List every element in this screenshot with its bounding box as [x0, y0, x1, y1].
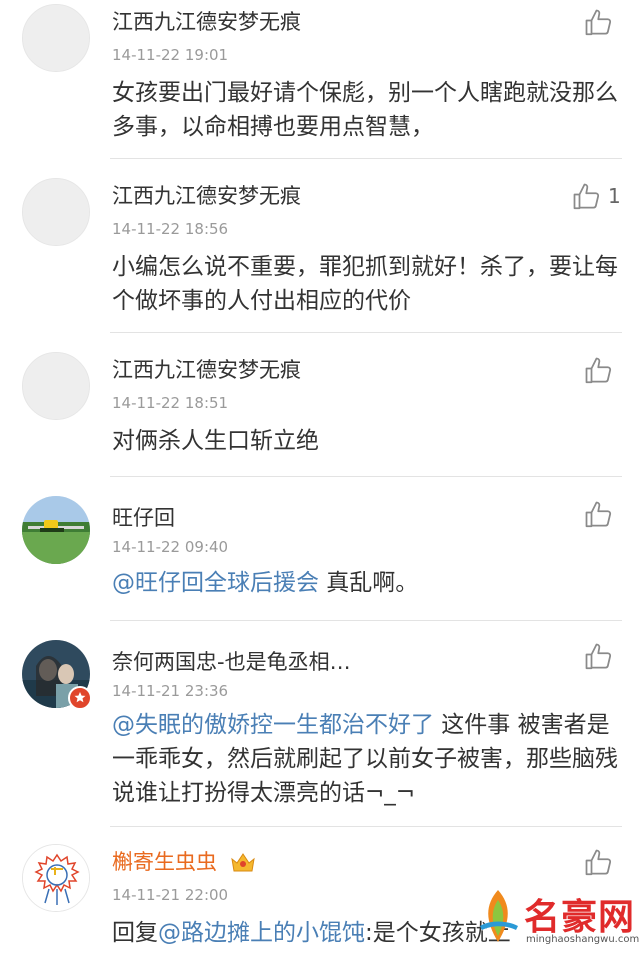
comment-text-content: 真乱啊。 [319, 570, 419, 596]
like-button[interactable] [584, 354, 618, 388]
like-count: 1 [608, 184, 621, 208]
thumbs-up-icon [585, 9, 612, 36]
like-button[interactable] [572, 180, 606, 214]
reply-prefix: 回复 [112, 920, 158, 946]
avatar[interactable] [22, 352, 90, 420]
mention-link[interactable]: @失眠的傲娇控一生都治不好了 [112, 712, 434, 738]
comment-author[interactable]: 旺仔回 [112, 502, 175, 532]
crown-icon [230, 851, 256, 878]
comment-author[interactable]: 奈何两国忠-也是龟丞相… [112, 646, 351, 676]
comment-text: @旺仔回全球后援会 真乱啊。 [112, 566, 624, 600]
avatar[interactable] [22, 496, 90, 564]
divider [110, 158, 622, 159]
comment-text: 女孩要出门最好请个保彪，别一个人瞎跑就没那么多事，以命相搏也要用点智慧， [112, 80, 618, 140]
comment-author[interactable]: 江西九江德安梦无痕 [112, 6, 301, 36]
like-button[interactable] [584, 640, 618, 674]
mention-link[interactable]: @路边摊上的小馄饨 [158, 920, 365, 946]
author-name: 槲寄生虫虫 [112, 850, 217, 874]
cartoon-lion-avatar-icon [23, 845, 89, 911]
divider [110, 826, 622, 827]
comment-time: 14-11-22 09:40 [112, 538, 229, 556]
thumbs-up-icon [585, 357, 612, 384]
thumbs-up-icon [585, 849, 612, 876]
avatar[interactable] [22, 4, 90, 72]
comment-time: 14-11-22 18:51 [112, 394, 229, 412]
avatar[interactable] [22, 844, 90, 912]
avatar[interactable] [22, 640, 92, 710]
default-avatar-icon [23, 5, 89, 71]
like-button[interactable] [584, 498, 618, 532]
like-button[interactable] [584, 6, 618, 40]
comment-time: 14-11-22 18:56 [112, 220, 229, 238]
comment-time: 14-11-21 22:00 [112, 886, 229, 904]
comment-time: 14-11-22 19:01 [112, 46, 229, 64]
comment-author[interactable]: 槲寄生虫虫 [112, 846, 256, 878]
default-avatar-icon [23, 353, 89, 419]
divider [110, 332, 622, 333]
comment-author[interactable]: 江西九江德安梦无痕 [112, 180, 301, 210]
field-photo-avatar-icon [22, 496, 90, 564]
comment-time: 14-11-21 23:36 [112, 682, 229, 700]
comment-text: 对俩杀人生口斩立绝 [112, 428, 319, 454]
comment-author[interactable]: 江西九江德安梦无痕 [112, 354, 301, 384]
thumbs-up-icon [573, 183, 600, 210]
avatar[interactable] [22, 178, 90, 246]
watermark-title: 名豪网 [524, 897, 636, 938]
thumbs-up-icon [585, 501, 612, 528]
site-watermark: 名豪网 minghaoshangwu.com [470, 884, 640, 958]
watermark-url: minghaoshangwu.com [526, 934, 640, 945]
default-avatar-icon [23, 179, 89, 245]
verified-badge-icon [68, 686, 92, 710]
comment-text: 小编怎么说不重要，罪犯抓到就好！杀了，要让每个做坏事的人付出相应的代价 [112, 254, 618, 314]
like-button[interactable] [584, 846, 618, 880]
divider [110, 620, 622, 621]
thumbs-up-icon [585, 643, 612, 670]
site-logo-icon [480, 890, 518, 942]
comment-text: @失眠的傲娇控一生都治不好了 这件事 被害者是一乖乖女，然后就刷起了以前女子被害… [112, 708, 624, 810]
divider [110, 476, 622, 477]
mention-link[interactable]: @旺仔回全球后援会 [112, 570, 319, 596]
